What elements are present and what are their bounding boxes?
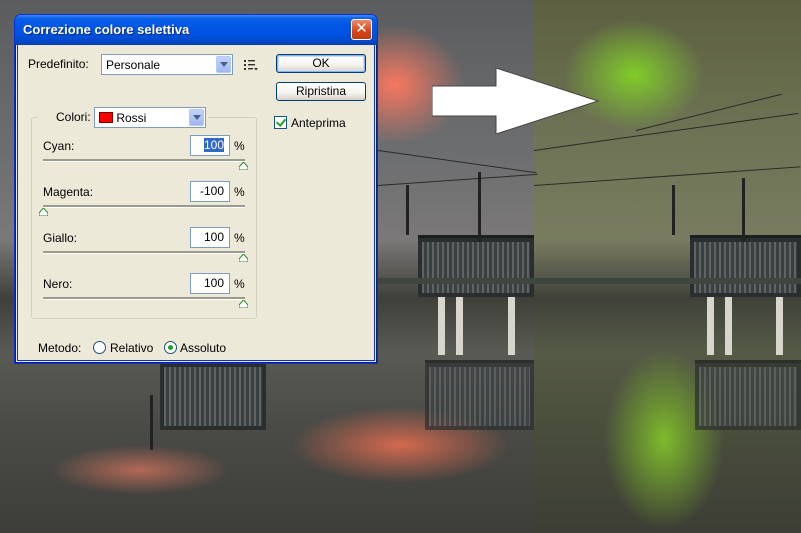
fishing-hut-right — [690, 235, 801, 297]
preview-checkbox[interactable] — [274, 116, 287, 129]
hut-reflection — [425, 360, 534, 430]
dialog-titlebar[interactable]: Correzione colore selettiva ✕ — [15, 15, 377, 45]
selective-color-dialog: Correzione colore selettiva ✕ Predefinit… — [14, 14, 378, 364]
hut-pole — [150, 395, 153, 450]
hut-post — [776, 297, 783, 355]
hut-reflection — [695, 360, 801, 430]
black-slider-track[interactable] — [43, 297, 245, 300]
cyan-label: Cyan: — [43, 139, 75, 153]
hut-pole — [742, 178, 745, 242]
close-button[interactable]: ✕ — [351, 19, 372, 40]
preset-select[interactable]: Personale — [101, 54, 233, 75]
magenta-value-field[interactable]: -100 — [190, 181, 230, 202]
ok-button[interactable]: OK — [276, 54, 366, 73]
relative-radio[interactable] — [93, 341, 106, 354]
cyan-slider-track[interactable] — [43, 159, 245, 162]
cyan-unit: % — [234, 139, 245, 153]
colors-value: Rossi — [116, 111, 147, 125]
panel-menu-icon[interactable] — [243, 59, 259, 71]
shoreline — [534, 278, 801, 284]
preview-label[interactable]: Anteprima — [291, 116, 346, 130]
hut-post — [508, 297, 515, 355]
preset-label: Predefinito: — [28, 57, 89, 71]
black-slider-thumb[interactable] — [239, 300, 248, 308]
yellow-label: Giallo: — [43, 231, 78, 245]
magenta-slider-thumb[interactable] — [39, 208, 48, 216]
chevron-down-icon — [216, 56, 231, 73]
colors-legend: Colori: Rossi — [38, 107, 208, 128]
red-swatch — [99, 112, 113, 123]
hut-pole — [406, 185, 409, 235]
cyan-slider-thumb[interactable] — [239, 162, 248, 170]
shoreline — [378, 278, 534, 284]
black-unit: % — [234, 277, 245, 291]
preset-value: Personale — [106, 58, 161, 72]
absolute-radio[interactable] — [164, 341, 177, 354]
chevron-down-icon — [189, 109, 204, 126]
relative-label[interactable]: Relativo — [110, 341, 153, 355]
right-arrow-icon — [432, 68, 600, 134]
yellow-value-field[interactable]: 100 — [190, 227, 230, 248]
hut-pole — [478, 172, 481, 242]
close-icon: ✕ — [355, 20, 368, 37]
hut-pole — [672, 185, 675, 235]
yellow-slider-track[interactable] — [43, 251, 245, 254]
black-value-field[interactable]: 100 — [190, 273, 230, 294]
colors-label: Colori: — [56, 110, 91, 124]
method-label: Metodo: — [38, 341, 82, 355]
yellow-unit: % — [234, 231, 245, 245]
fishing-hut-left — [160, 360, 266, 430]
fishing-hut-middle — [418, 235, 534, 297]
hut-post — [725, 297, 732, 355]
yellow-slider-thumb[interactable] — [239, 254, 248, 262]
reset-button[interactable]: Ripristina — [276, 82, 366, 101]
hut-post — [707, 297, 714, 355]
black-label: Nero: — [43, 277, 73, 291]
absolute-label[interactable]: Assoluto — [180, 341, 226, 355]
magenta-unit: % — [234, 185, 245, 199]
dialog-body: Predefinito: Personale OK Ripristina Ant… — [17, 45, 375, 361]
dialog-title: Correzione colore selettiva — [23, 22, 190, 37]
hut-post — [456, 297, 463, 355]
magenta-label: Magenta: — [43, 185, 94, 199]
hut-post — [438, 297, 445, 355]
cyan-value-field[interactable]: 100 — [190, 135, 230, 156]
colors-select[interactable]: Rossi — [94, 107, 206, 128]
magenta-slider-track[interactable] — [43, 205, 245, 208]
